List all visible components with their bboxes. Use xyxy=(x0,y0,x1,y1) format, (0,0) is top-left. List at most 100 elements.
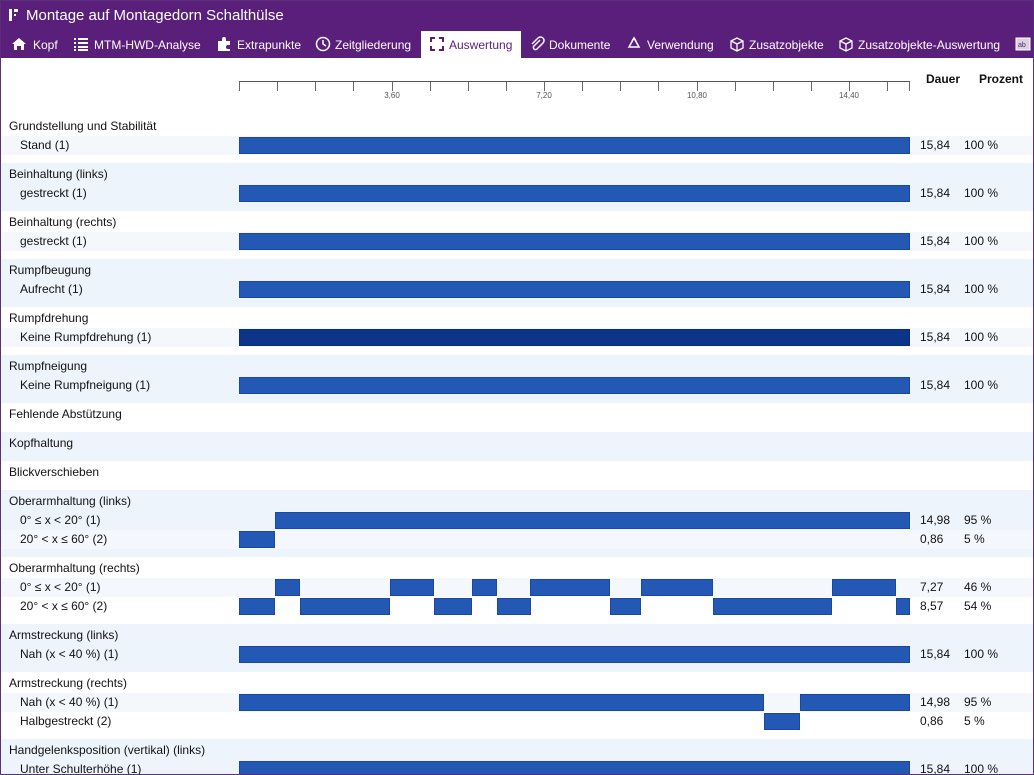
timeline-bar xyxy=(239,329,910,346)
duration-value: 0,86 xyxy=(920,714,944,728)
evaluation-panel: 3,60 7,20 10,80 14,40 Dauer Prozent Grundst… xyxy=(1,58,1033,774)
evaluation-row[interactable]: Stand (1) 15,84 100 % xyxy=(1,136,1033,155)
row-label: Nah (x < 40 %) (1) xyxy=(20,647,119,661)
duration-value: 14,98 xyxy=(920,695,951,709)
box-icon xyxy=(839,37,853,52)
timeline-track xyxy=(239,280,910,299)
evaluation-row[interactable]: Aufrecht (1) 15,84 100 % xyxy=(1,280,1033,299)
axis-tick xyxy=(353,82,354,91)
tab-dokumente[interactable]: Dokumente xyxy=(529,31,617,58)
timeline-bar xyxy=(390,579,434,596)
tab-auswertung[interactable]: Auswertung xyxy=(421,31,521,58)
group-title: Beinhaltung (links) xyxy=(9,167,108,181)
tab-kopf[interactable]: Kopf xyxy=(11,31,63,58)
axis-tick xyxy=(506,82,507,91)
row-label: Halbgestreckt (2) xyxy=(20,714,112,728)
tab-bar: Kopf MTM-HWD-Analyse Extrapunkte Zeitgli… xyxy=(1,31,1033,58)
timeline-bar xyxy=(641,579,713,596)
percent-value: 54 % xyxy=(964,599,992,613)
timeline-bar xyxy=(275,579,300,596)
tab-label: Kopf xyxy=(33,38,58,52)
timeline-bar xyxy=(239,598,275,615)
timeline-bar xyxy=(239,185,910,202)
axis-tick xyxy=(773,82,774,91)
row-label: Keine Rumpfdrehung (1) xyxy=(20,330,152,344)
axis-tick xyxy=(430,82,431,91)
application-window: Montage auf Montagedorn Schalthülse Kopf… xyxy=(0,0,1034,775)
axis-tick xyxy=(239,82,240,91)
row-label: 0° ≤ x < 20° (1) xyxy=(20,580,101,594)
percent-value: 100 % xyxy=(964,282,999,296)
title-bar: Montage auf Montagedorn Schalthülse xyxy=(1,1,1033,31)
timeline-bar xyxy=(764,713,800,730)
axis-tick xyxy=(909,82,910,91)
text-field-icon: ab xyxy=(1015,37,1031,51)
timeline-bar xyxy=(434,598,472,615)
duration-value: 7,27 xyxy=(920,580,944,594)
timeline-bar xyxy=(275,512,910,529)
dashed-frame-icon xyxy=(430,37,444,51)
evaluation-row[interactable]: Nah (x < 40 %) (1) 14,98 95 % xyxy=(1,693,1033,712)
timeline-bar xyxy=(239,761,910,774)
row-label: gestreckt (1) xyxy=(20,234,87,248)
time-axis: 3,60 7,20 10,80 14,40 xyxy=(239,81,910,100)
axis-tick xyxy=(544,82,545,91)
evaluation-row[interactable]: 0° ≤ x < 20° (1) 14,98 95 % xyxy=(1,511,1033,530)
evaluation-row[interactable]: Keine Rumpfneigung (1) 15,84 100 % xyxy=(1,376,1033,395)
evaluation-row[interactable]: gestreckt (1) 15,84 100 % xyxy=(1,184,1033,203)
timeline-bar xyxy=(896,598,910,615)
timeline-bar xyxy=(300,598,390,615)
duration-value: 15,84 xyxy=(920,647,951,661)
percent-value: 95 % xyxy=(964,695,992,709)
timeline-bar xyxy=(497,598,531,615)
puzzle-icon xyxy=(218,37,230,51)
duration-value: 8,57 xyxy=(920,599,944,613)
evaluation-row[interactable]: 0° ≤ x < 20° (1) 7,27 46 % xyxy=(1,578,1033,597)
evaluation-row[interactable]: gestreckt (1) 15,84 100 % xyxy=(1,232,1033,251)
axis-tick xyxy=(468,82,469,91)
tab-zeitgliederung[interactable]: Zeitgliederung xyxy=(315,31,417,58)
timeline-bar xyxy=(610,598,641,615)
row-label: gestreckt (1) xyxy=(20,186,87,200)
percent-column-header: Prozent xyxy=(979,72,1024,86)
timeline-bar xyxy=(832,579,896,596)
percent-value: 100 % xyxy=(964,138,999,152)
tab-zusatzobjekte-auswertung[interactable]: Zusatzobjekte-Auswertung xyxy=(838,31,1008,58)
row-label: Aufrecht (1) xyxy=(20,282,83,296)
tab-mtm-hwd-analyse[interactable]: MTM-HWD-Analyse xyxy=(73,31,207,58)
timeline-bar xyxy=(239,646,910,663)
group-title: Rumpfneigung xyxy=(9,359,88,373)
axis-tick xyxy=(811,82,812,91)
evaluation-row[interactable]: Nah (x < 40 %) (1) 15,84 100 % xyxy=(1,645,1033,664)
tab-extrapunkte[interactable]: Extrapunkte xyxy=(216,31,306,58)
group-title: Beinhaltung (rechts) xyxy=(9,215,117,229)
tab-zusatzobjekte[interactable]: Zusatzobjekte xyxy=(729,31,829,58)
percent-value: 100 % xyxy=(964,234,999,248)
row-label: 20° < x ≤ 60° (2) xyxy=(20,599,108,613)
timeline-bar xyxy=(239,377,910,394)
axis-tick-label: 7,20 xyxy=(536,91,552,100)
row-label: Stand (1) xyxy=(20,138,70,152)
timeline-track xyxy=(239,712,910,731)
evaluation-row[interactable]: Halbgestreckt (2) 0,86 5 % xyxy=(1,712,1033,731)
percent-value: 100 % xyxy=(964,330,999,344)
evaluation-row[interactable]: Unter Schulterhöhe (1) 15,84 100 % xyxy=(1,760,1033,774)
timeline-bar xyxy=(472,579,497,596)
timeline-track xyxy=(239,530,910,549)
timeline-track xyxy=(239,232,910,251)
percent-value: 100 % xyxy=(964,378,999,392)
timeline-bar xyxy=(239,233,910,250)
timeline-track xyxy=(239,184,910,203)
timeline-track xyxy=(239,376,910,395)
percent-value: 95 % xyxy=(964,513,992,527)
evaluation-row[interactable]: 20° < x ≤ 60° (2) 0,86 5 % xyxy=(1,530,1033,549)
timeline-bar xyxy=(239,694,764,711)
duration-value: 15,84 xyxy=(920,138,951,152)
evaluation-row[interactable]: 20° < x ≤ 60° (2) 8,57 54 % xyxy=(1,597,1033,616)
tab-label: MTM-HWD-Analyse xyxy=(94,38,201,52)
tab-verwendung[interactable]: Verwendung xyxy=(626,31,718,58)
tab-more[interactable]: ab xyxy=(1015,31,1033,58)
evaluation-row[interactable]: Keine Rumpfdrehung (1) 15,84 100 % xyxy=(1,328,1033,347)
timeline-track xyxy=(239,328,910,347)
axis-tick-label: 14,40 xyxy=(838,91,860,100)
